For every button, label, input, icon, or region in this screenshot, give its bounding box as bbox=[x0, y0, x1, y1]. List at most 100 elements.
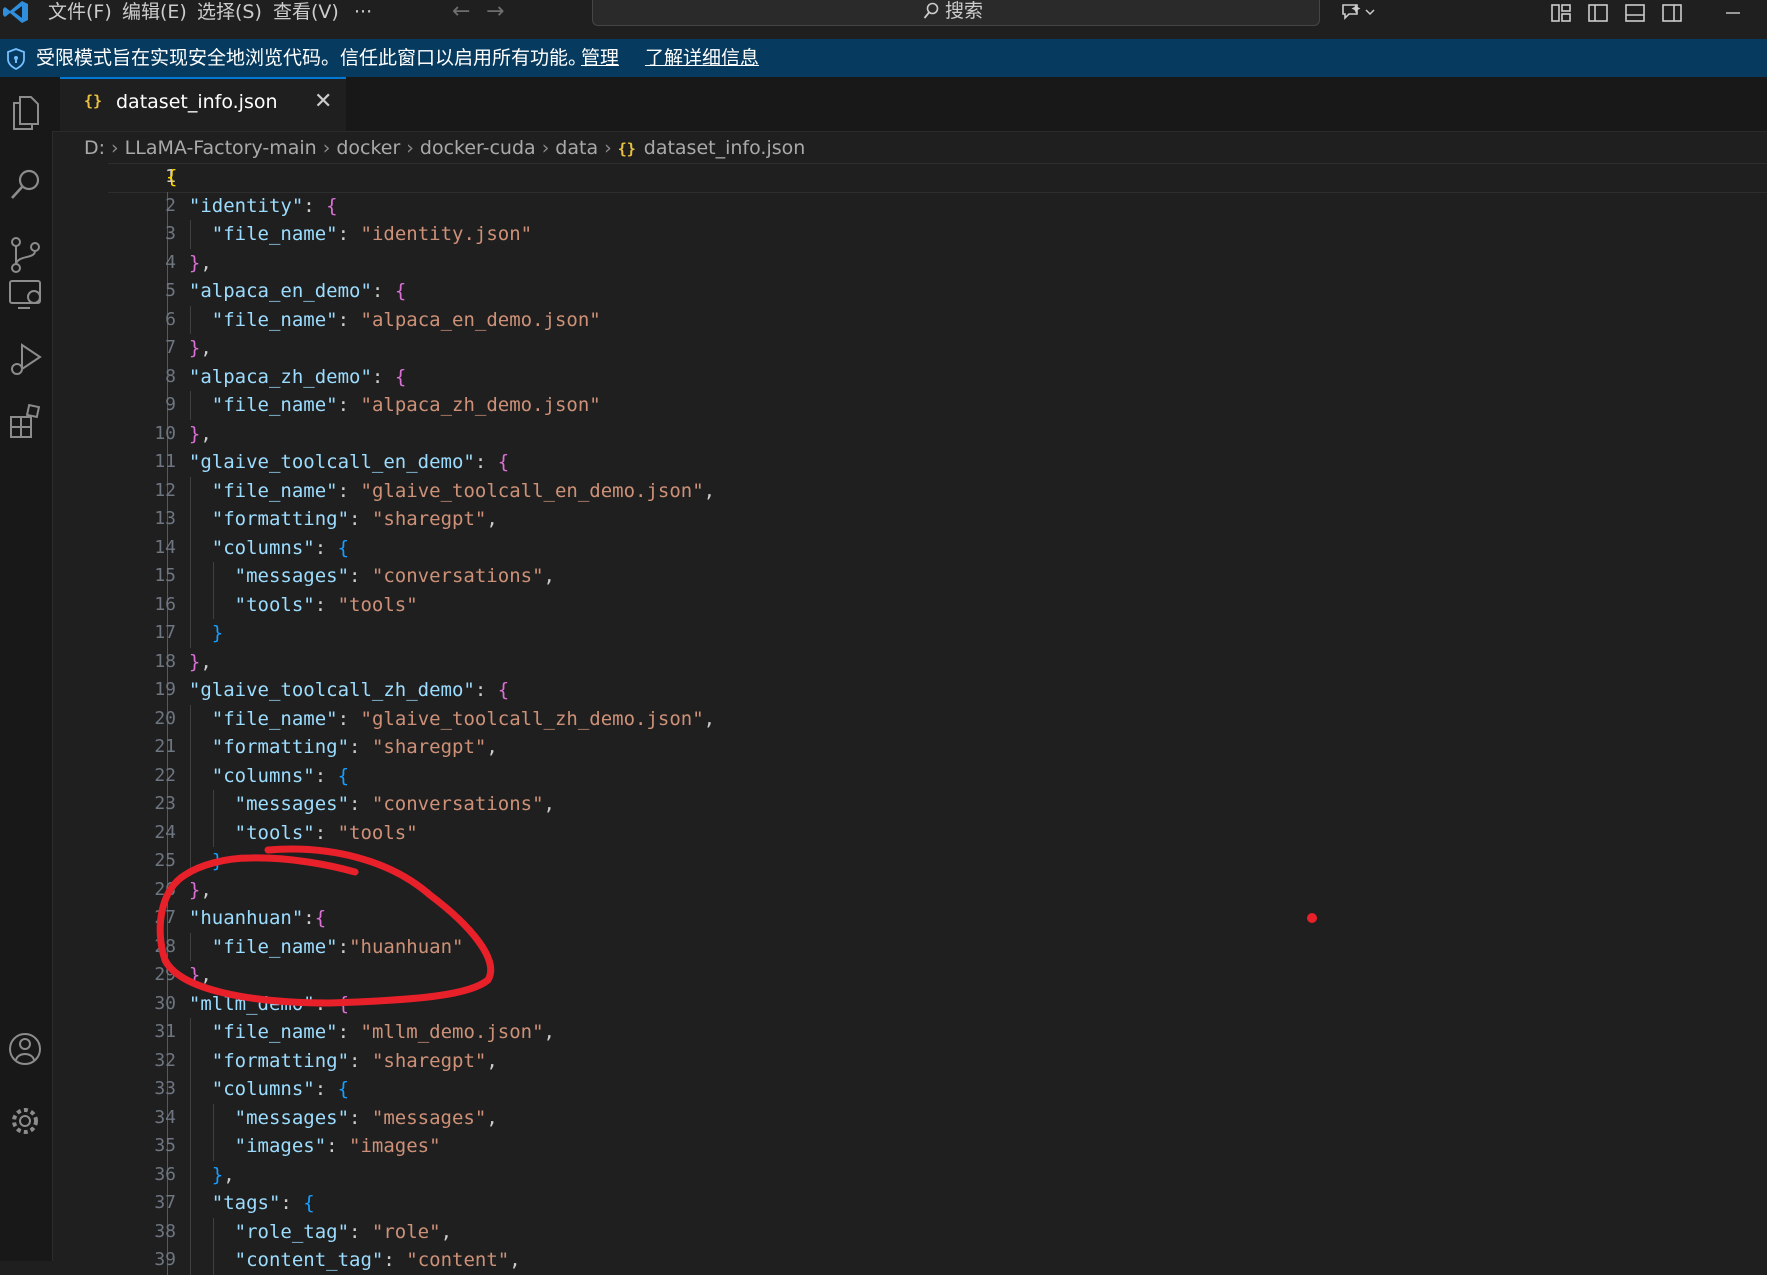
code-text: "huanhuan":{ bbox=[188, 907, 327, 929]
extensions-icon[interactable] bbox=[8, 403, 44, 443]
code-line[interactable]: 9 "file_name": "alpaca_zh_demo.json" bbox=[52, 391, 1767, 420]
toggle-primary-sidebar-icon[interactable] bbox=[1587, 2, 1609, 24]
code-line[interactable]: 17 } bbox=[52, 619, 1767, 648]
code-text: "alpaca_en_demo": { bbox=[188, 280, 407, 302]
code-line[interactable]: 21 "formatting": "sharegpt", bbox=[52, 733, 1767, 762]
code-line[interactable]: 37 "tags": { bbox=[52, 1189, 1767, 1218]
code-text: }, bbox=[188, 422, 212, 445]
code-line[interactable]: 20 "file_name": "glaive_toolcall_zh_demo… bbox=[52, 705, 1767, 734]
code-line[interactable]: 39 "content_tag": "content", bbox=[52, 1246, 1767, 1275]
breadcrumb-item[interactable]: D: bbox=[84, 133, 105, 163]
toggle-panel-icon[interactable] bbox=[1624, 2, 1646, 24]
breadcrumb-item[interactable]: dataset_info.json bbox=[644, 133, 806, 163]
chevron-right-icon: › bbox=[541, 137, 550, 159]
back-arrow-icon[interactable]: ← bbox=[452, 0, 470, 24]
code-line[interactable]: 28 "file_name":"huanhuan" bbox=[52, 933, 1767, 962]
code-line[interactable]: 16 "tools": "tools" bbox=[52, 591, 1767, 620]
chevron-right-icon: › bbox=[111, 137, 119, 159]
menu-more[interactable]: ··· bbox=[354, 0, 372, 26]
chevron-right-icon: › bbox=[406, 137, 414, 159]
code-text: "file_name": "alpaca_zh_demo.json" bbox=[211, 394, 601, 416]
code-line[interactable]: 15 "messages": "conversations", bbox=[52, 562, 1767, 591]
code-text: "file_name": "glaive_toolcall_en_demo.js… bbox=[211, 479, 716, 502]
remote-explorer-icon[interactable] bbox=[8, 275, 44, 315]
code-line[interactable]: 4 }, bbox=[52, 249, 1767, 278]
code-line[interactable]: 12 "file_name": "glaive_toolcall_en_demo… bbox=[52, 477, 1767, 506]
command-center-search[interactable]: 搜索 bbox=[592, 0, 1320, 26]
code-line[interactable]: 8 "alpaca_zh_demo": { bbox=[52, 363, 1767, 392]
code-text: "identity": { bbox=[188, 194, 338, 217]
code-text: } bbox=[211, 622, 224, 644]
code-text: "messages": "conversations", bbox=[234, 565, 555, 587]
code-text: }, bbox=[188, 964, 212, 986]
code-line[interactable]: 24 "tools": "tools" bbox=[52, 819, 1767, 848]
code-line[interactable]: 7 }, bbox=[52, 334, 1767, 363]
vscode-logo-icon bbox=[3, 1, 28, 23]
code-line[interactable]: 36 }, bbox=[52, 1161, 1767, 1190]
code-editor[interactable]: 1{2 "identity": {3 "file_name": "identit… bbox=[52, 163, 1767, 1275]
customize-layout-icon[interactable] bbox=[1550, 2, 1572, 24]
code-line[interactable]: 3 "file_name": "identity.json" bbox=[52, 220, 1767, 249]
code-line[interactable]: 1{ bbox=[52, 163, 1767, 192]
tab-dataset-info-json[interactable]: {} dataset_info.json ✕ bbox=[60, 77, 346, 131]
json-file-icon: {} bbox=[84, 92, 103, 110]
code-text: "file_name": "glaive_toolcall_zh_demo.js… bbox=[211, 707, 716, 730]
breadcrumb-item[interactable]: LLaMA-Factory-main bbox=[125, 133, 317, 163]
code-line[interactable]: 27 "huanhuan":{ bbox=[52, 904, 1767, 933]
code-line[interactable]: 30 "mllm_demo": { bbox=[52, 990, 1767, 1019]
forward-arrow-icon[interactable]: → bbox=[486, 0, 504, 24]
breadcrumb-item[interactable]: data bbox=[555, 133, 598, 163]
breadcrumb-item[interactable]: docker bbox=[336, 133, 400, 163]
activity-bar bbox=[0, 77, 53, 1261]
menu-file[interactable]: 文件(F) bbox=[48, 0, 112, 26]
account-icon[interactable] bbox=[8, 1029, 44, 1069]
close-icon[interactable]: ✕ bbox=[314, 89, 332, 114]
explorer-icon[interactable] bbox=[8, 93, 44, 133]
code-line[interactable]: 29 }, bbox=[52, 961, 1767, 990]
code-line[interactable]: 22 "columns": { bbox=[52, 762, 1767, 791]
code-line[interactable]: 19 "glaive_toolcall_zh_demo": { bbox=[52, 676, 1767, 705]
source-control-icon[interactable] bbox=[8, 235, 44, 275]
copilot-icon[interactable] bbox=[1340, 2, 1376, 24]
search-icon[interactable] bbox=[8, 165, 44, 205]
breadcrumb-item[interactable]: docker-cuda bbox=[420, 133, 536, 163]
code-line[interactable]: 35 "images": "images" bbox=[52, 1132, 1767, 1161]
code-line[interactable]: 14 "columns": { bbox=[52, 534, 1767, 563]
code-line[interactable]: 2 "identity": { bbox=[52, 192, 1767, 221]
code-line[interactable]: 23 "messages": "conversations", bbox=[52, 790, 1767, 819]
code-text: "file_name": "mllm_demo.json", bbox=[211, 1021, 555, 1043]
code-text: }, bbox=[188, 337, 212, 359]
code-text: "content_tag": "content", bbox=[234, 1249, 521, 1271]
code-line[interactable]: 13 "formatting": "sharegpt", bbox=[52, 505, 1767, 534]
menu-edit[interactable]: 编辑(E) bbox=[122, 0, 187, 26]
breadcrumb: D: › LLaMA-Factory-main › docker › docker-cuda… bbox=[84, 133, 805, 163]
manage-link[interactable]: 管理 bbox=[581, 39, 619, 77]
toggle-secondary-sidebar-icon[interactable] bbox=[1661, 2, 1683, 24]
code-line[interactable]: 25 } bbox=[52, 847, 1767, 876]
code-line[interactable]: 11 "glaive_toolcall_en_demo": { bbox=[52, 448, 1767, 477]
code-line[interactable]: 18 }, bbox=[52, 648, 1767, 677]
code-text: } bbox=[211, 850, 224, 872]
code-text: "columns": { bbox=[211, 536, 350, 559]
menu-selection[interactable]: 选择(S) bbox=[197, 0, 262, 26]
code-line[interactable]: 6 "file_name": "alpaca_en_demo.json" bbox=[52, 306, 1767, 335]
minimize-icon[interactable] bbox=[1722, 2, 1744, 24]
code-line[interactable]: 38 "role_tag": "role", bbox=[52, 1218, 1767, 1247]
banner-message: 受限模式旨在实现安全地浏览代码。信任此窗口以启用所有功能。 bbox=[36, 47, 588, 69]
code-line[interactable]: 10 }, bbox=[52, 420, 1767, 449]
code-text: "alpaca_zh_demo": { bbox=[188, 365, 407, 388]
tab-bar: {} dataset_info.json ✕ bbox=[52, 77, 1767, 132]
run-debug-icon[interactable] bbox=[8, 339, 44, 379]
learn-more-link[interactable]: 了解详细信息 bbox=[645, 39, 759, 77]
restricted-mode-banner: 受限模式旨在实现安全地浏览代码。信任此窗口以启用所有功能。 管理 了解详细信息 bbox=[0, 39, 1767, 77]
code-line[interactable]: 26 }, bbox=[52, 876, 1767, 905]
code-line[interactable]: 33 "columns": { bbox=[52, 1075, 1767, 1104]
code-line[interactable]: 32 "formatting": "sharegpt", bbox=[52, 1047, 1767, 1076]
code-text: "file_name": "alpaca_en_demo.json" bbox=[211, 308, 601, 331]
menu-view[interactable]: 查看(V) bbox=[273, 0, 339, 26]
code-line[interactable]: 5 "alpaca_en_demo": { bbox=[52, 277, 1767, 306]
code-line[interactable]: 31 "file_name": "mllm_demo.json", bbox=[52, 1018, 1767, 1047]
settings-gear-icon[interactable] bbox=[8, 1101, 44, 1141]
code-line[interactable]: 34 "messages": "messages", bbox=[52, 1104, 1767, 1133]
code-text: "role_tag": "role", bbox=[234, 1220, 453, 1243]
